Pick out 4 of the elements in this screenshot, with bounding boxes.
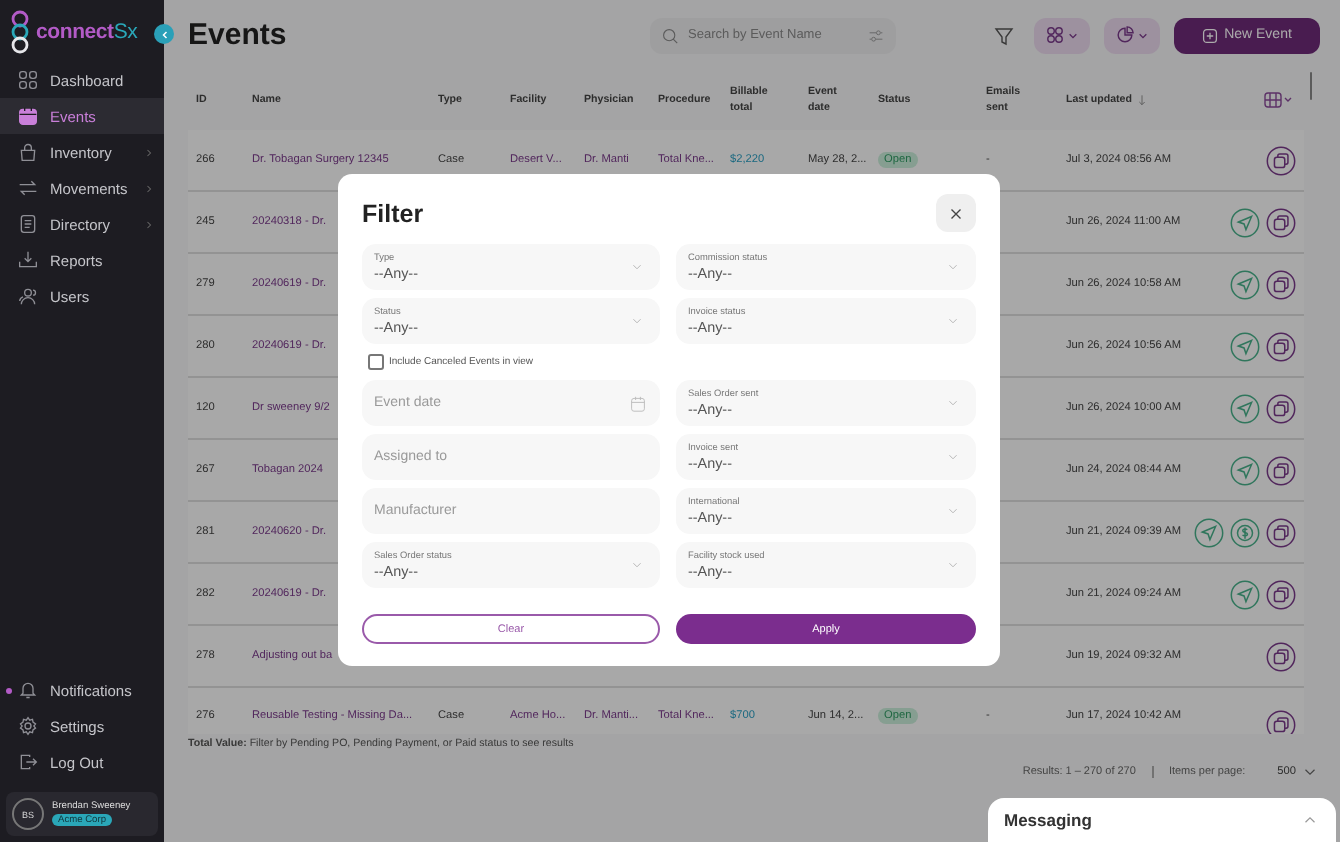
logo-text: connectSx: [36, 19, 138, 43]
dialog-title: Filter: [362, 199, 424, 227]
panel-title: Messaging: [1004, 810, 1092, 830]
page-title: Events: [188, 18, 289, 52]
